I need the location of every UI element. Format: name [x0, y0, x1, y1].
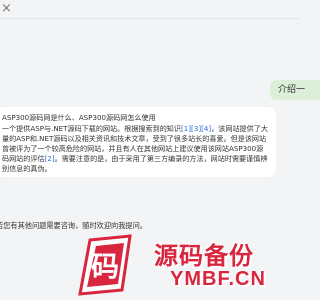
close-icon[interactable]: × [1, 2, 12, 15]
watermark-logo-glyph: 码 [91, 250, 119, 283]
citation-link[interactable]: [1] [181, 124, 191, 133]
divider [0, 18, 300, 19]
assistant-message-bubble: ASP300源码网是什么、ASP300源码网怎么使用 一个提供ASP与.NET源… [0, 107, 276, 177]
assistant-message-body: 一个提供ASP与.NET源码下载的网站。根据搜索到的知识[1][3][4]，该网… [2, 124, 270, 174]
watermark: 码 源码备份 YMBF.CN [70, 228, 300, 300]
watermark-title: 源码备份 [154, 242, 254, 270]
user-message-bubble: 介绍一 [270, 80, 320, 100]
user-message-text: 介绍一 [278, 85, 306, 95]
assistant-message-title: ASP300源码网是什么、ASP300源码网怎么使用 [2, 113, 156, 122]
watermark-domain: YMBF.CN [170, 268, 266, 290]
citation-link[interactable]: [2] [45, 154, 55, 163]
citation-link[interactable]: [3] [191, 124, 201, 133]
watermark-logo-icon: 码 [78, 234, 132, 296]
top-bar: × [0, 0, 300, 18]
citation-link[interactable]: [4] [201, 124, 211, 133]
message-text: 一个提供ASP与.NET源码下载的网站。根据搜索到的知识 [2, 124, 181, 133]
